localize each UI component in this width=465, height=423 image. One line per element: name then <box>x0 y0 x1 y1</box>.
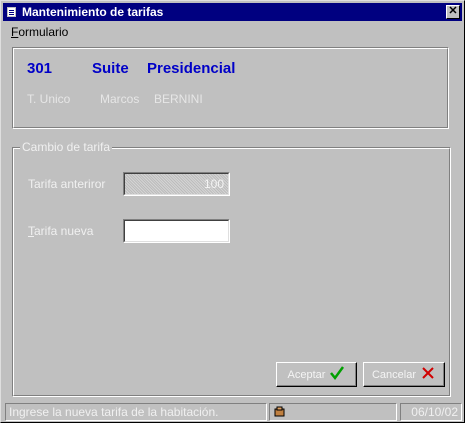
title-bar[interactable]: Mantenimiento de tarifas ✕ <box>3 3 462 21</box>
new-rate-label: Tarifa nueva <box>28 224 94 238</box>
room-number: 301 <box>27 60 53 77</box>
old-rate-value: 100 <box>124 173 229 195</box>
window-title: Mantenimiento de tarifas <box>22 5 164 19</box>
room-type: Suite <box>92 60 129 77</box>
x-icon <box>420 365 436 384</box>
status-icon-pane <box>269 403 397 421</box>
cancel-button-label: Cancelar <box>371 368 417 381</box>
accept-button[interactable]: Aceptar <box>276 362 357 387</box>
app-icon <box>6 6 18 18</box>
cancel-button[interactable]: Cancelar <box>363 362 445 387</box>
occupancy-type: T. Unico <box>27 92 71 106</box>
status-message: Ingrese la nueva tarifa de la habitación… <box>5 403 267 421</box>
room-info-panel: 301 Suite Presidencial T. Unico Marcos B… <box>12 47 449 129</box>
accept-button-label: Aceptar <box>287 368 326 381</box>
hand-icon <box>273 406 287 420</box>
guest-last-name: BERNINI <box>154 92 203 106</box>
close-button[interactable]: ✕ <box>446 5 460 19</box>
old-rate-label: Tarifa anteriror <box>28 177 106 191</box>
new-rate-input[interactable] <box>123 219 230 243</box>
menu-bar: Formulario <box>11 25 68 41</box>
status-date: 06/10/02 <box>400 403 462 421</box>
main-window: Mantenimiento de tarifas ✕ Formulario 30… <box>0 0 465 423</box>
menu-formulario[interactable]: Formulario <box>11 25 68 39</box>
new-rate-value[interactable] <box>124 220 229 242</box>
old-rate-field: 100 <box>123 172 230 196</box>
check-icon <box>329 365 345 384</box>
rate-change-group-title: Cambio de tarifa <box>20 140 113 154</box>
room-name: Presidencial <box>147 60 236 77</box>
guest-first-name: Marcos <box>100 92 140 106</box>
